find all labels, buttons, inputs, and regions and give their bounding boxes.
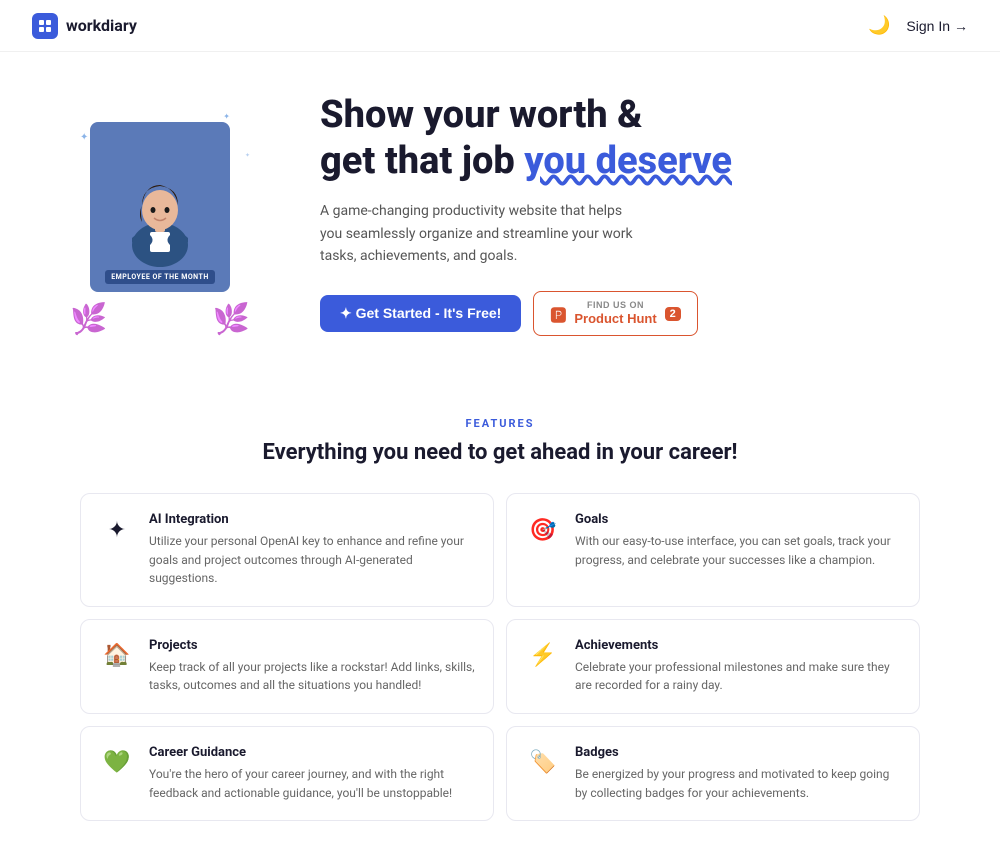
sign-in-button[interactable]: Sign In → (906, 18, 968, 34)
feature-desc-badges: Be energized by your progress and motiva… (575, 765, 901, 802)
ph-name: Product Hunt (574, 311, 656, 327)
features-tag: FEATURES (80, 417, 920, 430)
person-figure (120, 160, 200, 270)
feature-icon-ai-integration: ✦ (99, 512, 135, 548)
get-started-button[interactable]: ✦ Get Started - It's Free! (320, 295, 521, 332)
hero-buttons: ✦ Get Started - It's Free! 🅿 Find us on … (320, 291, 940, 335)
ph-count-badge: 2 (665, 307, 681, 321)
features-grid: ✦ AI Integration Utilize your personal O… (80, 493, 920, 821)
hero-title-line2: get that job (320, 139, 524, 183)
feature-desc-projects: Keep track of all your projects like a r… (149, 658, 475, 695)
navbar: workdiary 🌙 Sign In → (0, 0, 1000, 52)
feature-icon-projects: 🏠 (99, 638, 135, 674)
product-hunt-icon: 🅿 (550, 302, 566, 326)
hero-text: Show your worth & get that job you deser… (320, 93, 940, 336)
sparkle-decoration: ✦ (80, 132, 88, 143)
hero-title: Show your worth & get that job you deser… (320, 93, 940, 184)
feature-card-projects: 🏠 Projects Keep track of all your projec… (80, 619, 494, 714)
feature-desc-goals: With our easy-to-use interface, you can … (575, 532, 901, 569)
feature-desc-achievements: Celebrate your professional milestones a… (575, 658, 901, 695)
sparkle-decoration-2: ✦ (223, 112, 230, 121)
hero-section: ✦ ✦ ✦ (0, 52, 1000, 397)
feature-title-projects: Projects (149, 638, 475, 653)
sparkle-decoration-3: ✦ (245, 152, 250, 159)
feature-card-achievements: ⚡ Achievements Celebrate your profession… (506, 619, 920, 714)
cta-label: ✦ Get Started - It's Free! (340, 305, 501, 322)
feature-card-ai-integration: ✦ AI Integration Utilize your personal O… (80, 493, 494, 607)
feature-content-projects: Projects Keep track of all your projects… (149, 638, 475, 695)
hero-title-line1: Show your worth & (320, 93, 642, 137)
hero-title-highlight: you deserve (524, 139, 732, 183)
logo-text: workdiary (66, 16, 137, 35)
feature-card-career-guidance: 💚 Career Guidance You're the hero of you… (80, 726, 494, 821)
product-hunt-label: Find us on Product Hunt (574, 300, 656, 326)
feature-desc-career-guidance: You're the hero of your career journey, … (149, 765, 475, 802)
sign-in-label: Sign In (906, 18, 950, 34)
logo-icon (32, 13, 58, 39)
logo[interactable]: workdiary (32, 13, 137, 39)
feature-icon-badges: 🏷️ (525, 745, 561, 781)
feature-icon-goals: 🎯 (525, 512, 561, 548)
ph-find-us: Find us on (574, 300, 656, 311)
feature-desc-ai-integration: Utilize your personal OpenAI key to enha… (149, 532, 475, 588)
arrow-icon: → (954, 18, 968, 34)
employee-card: Employee of the Month (90, 122, 230, 292)
feature-content-goals: Goals With our easy-to-use interface, yo… (575, 512, 901, 569)
hero-illustration: ✦ ✦ ✦ (60, 92, 260, 337)
feature-card-goals: 🎯 Goals With our easy-to-use interface, … (506, 493, 920, 607)
feature-icon-career-guidance: 💚 (99, 745, 135, 781)
feature-title-career-guidance: Career Guidance (149, 745, 475, 760)
flower-right-icon: 🌿 (213, 302, 250, 337)
feature-content-achievements: Achievements Celebrate your professional… (575, 638, 901, 695)
feature-card-badges: 🏷️ Badges Be energized by your progress … (506, 726, 920, 821)
feature-icon-achievements: ⚡ (525, 638, 561, 674)
navbar-right: 🌙 Sign In → (868, 15, 968, 36)
feature-title-achievements: Achievements (575, 638, 901, 653)
feature-content-badges: Badges Be energized by your progress and… (575, 745, 901, 802)
flower-left-icon: 🌿 (70, 302, 107, 337)
product-hunt-button[interactable]: 🅿 Find us on Product Hunt 2 (533, 291, 697, 335)
feature-content-career-guidance: Career Guidance You're the hero of your … (149, 745, 475, 802)
hero-subtitle: A game-changing productivity website tha… (320, 200, 640, 267)
features-title: Everything you need to get ahead in your… (80, 440, 920, 465)
dark-mode-button[interactable]: 🌙 (868, 15, 890, 36)
feature-title-ai-integration: AI Integration (149, 512, 475, 527)
card-label: Employee of the Month (105, 270, 215, 284)
moon-icon: 🌙 (868, 15, 890, 35)
feature-title-goals: Goals (575, 512, 901, 527)
feature-content-ai-integration: AI Integration Utilize your personal Ope… (149, 512, 475, 588)
feature-title-badges: Badges (575, 745, 901, 760)
features-section: FEATURES Everything you need to get ahea… (0, 397, 1000, 861)
